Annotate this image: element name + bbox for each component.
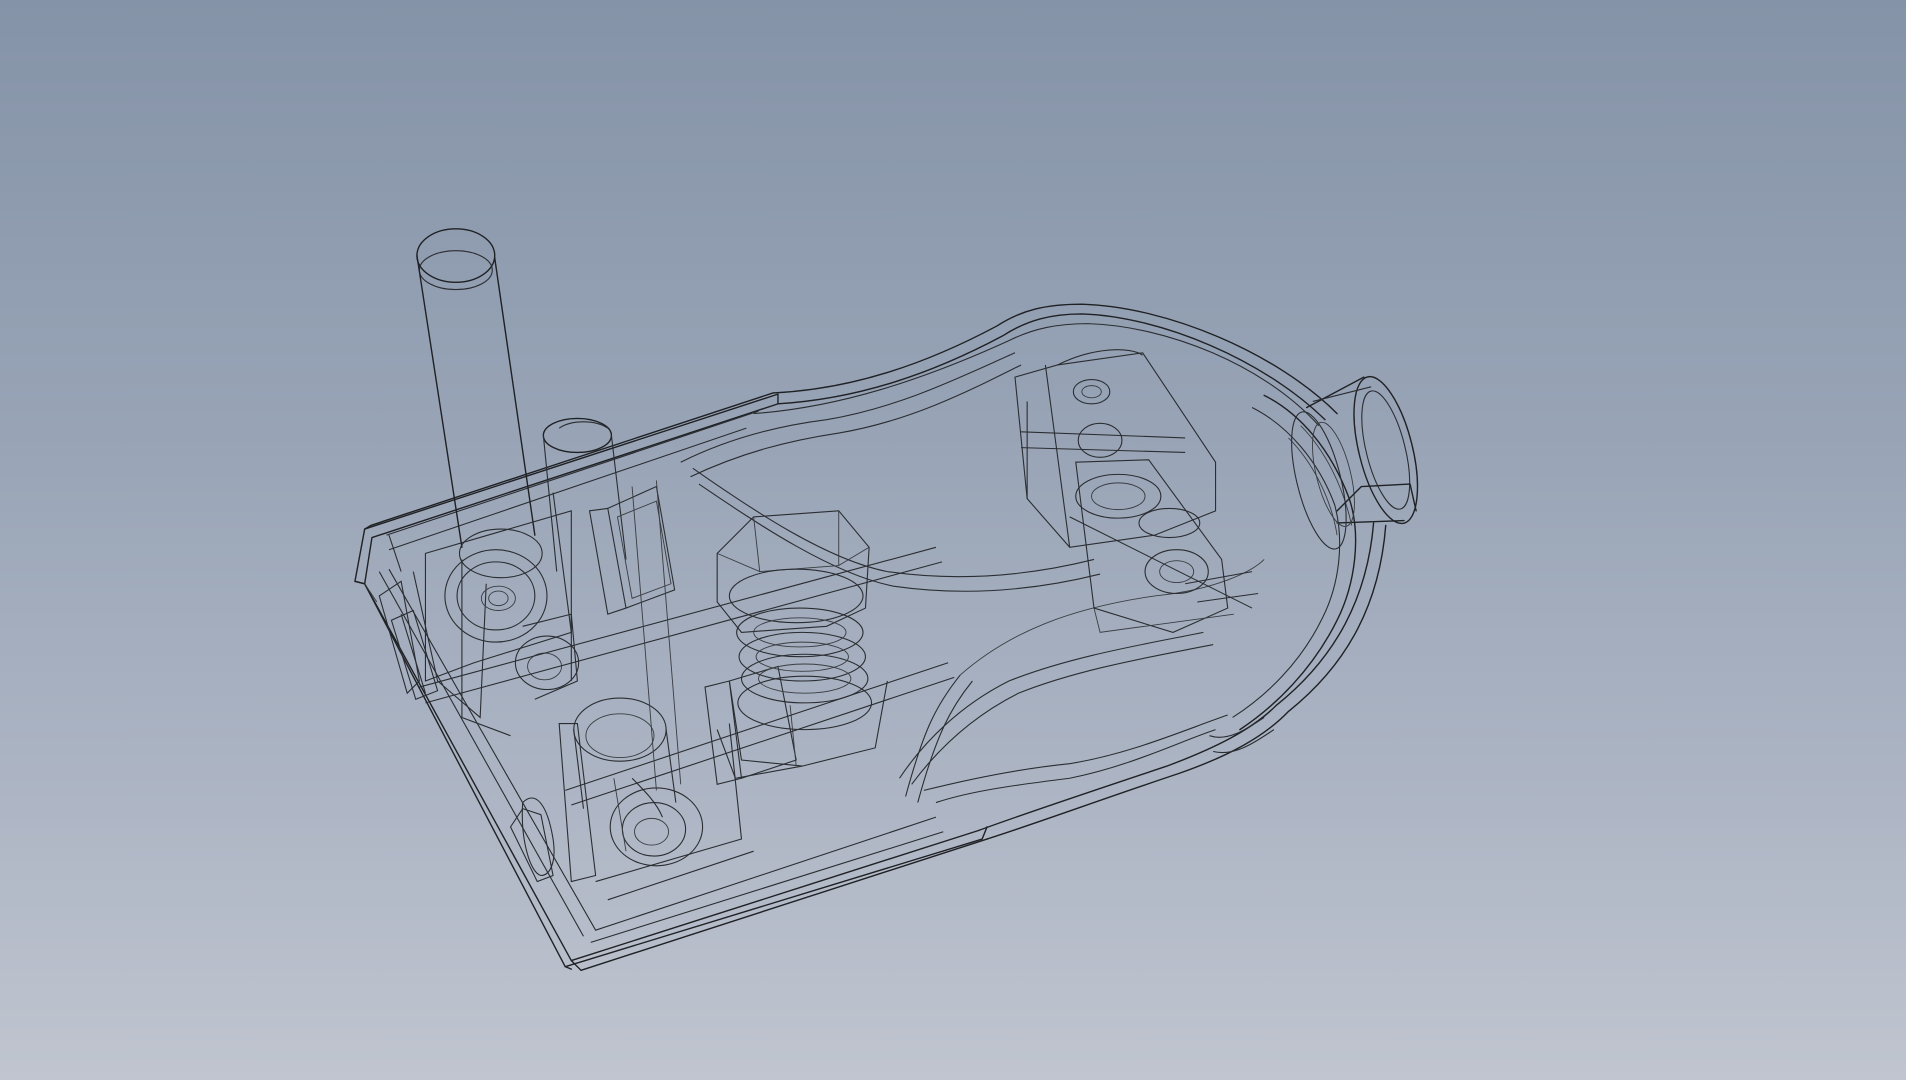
terminal-block-lower [521, 665, 797, 901]
spring-assembly [716, 510, 888, 779]
graphics-viewport[interactable] [0, 0, 1906, 1080]
housing-outline [354, 303, 1387, 972]
rails [388, 480, 955, 806]
terminal-block-right [1014, 349, 1259, 633]
wireframe-model[interactable] [0, 0, 1906, 1080]
small-pin [542, 417, 627, 572]
